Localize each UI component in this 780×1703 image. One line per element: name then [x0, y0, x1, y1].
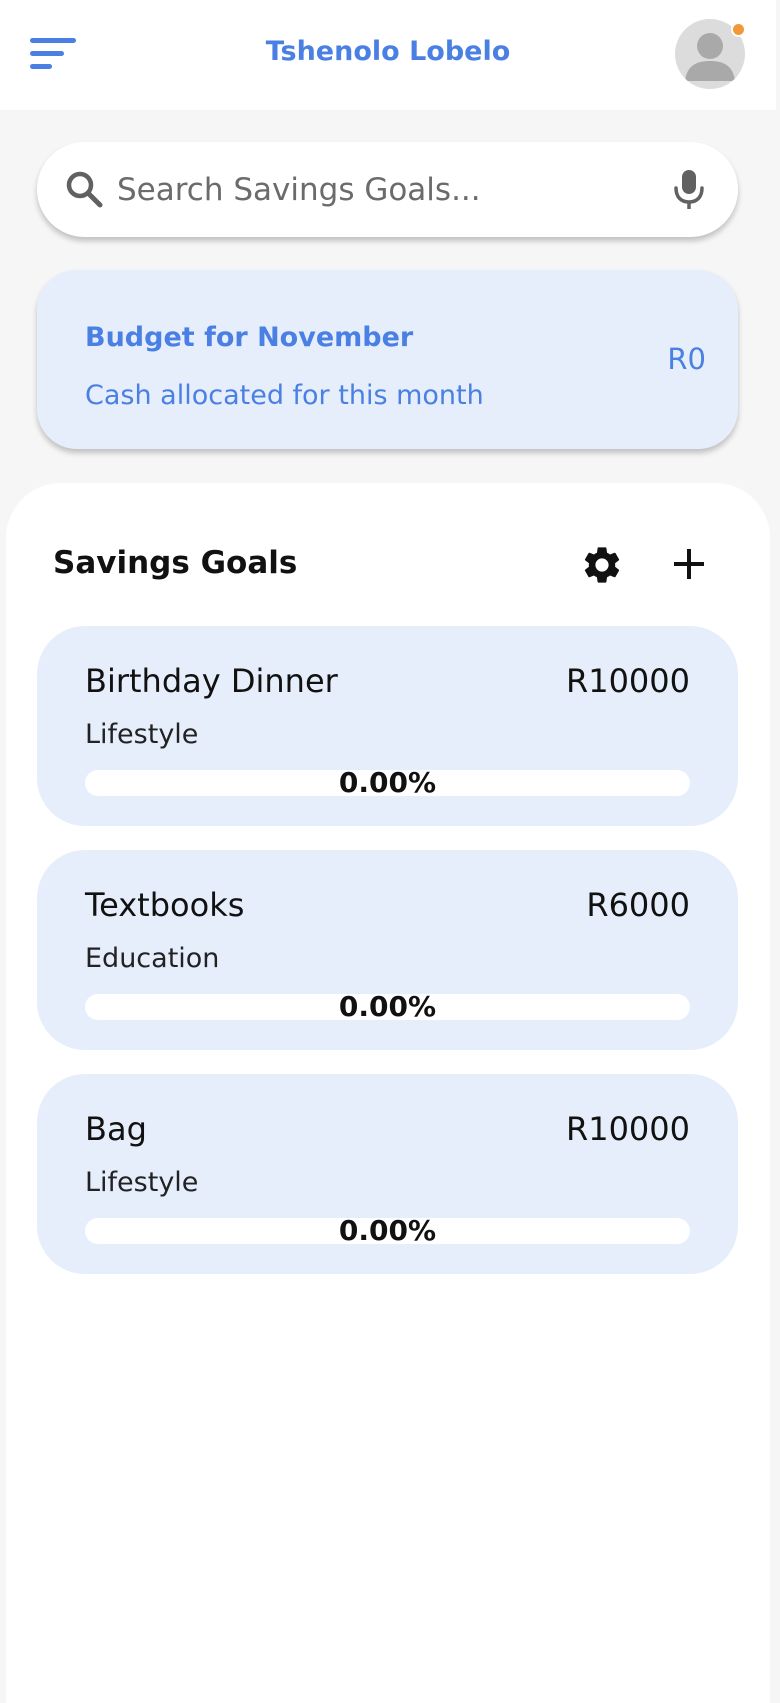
search-input[interactable]	[117, 162, 657, 217]
savings-goals-panel: Savings Goals Birthday Dinner R10000 Lif…	[6, 483, 770, 1703]
mic-icon[interactable]	[669, 167, 709, 211]
progress-label: 0.00%	[338, 994, 437, 1020]
goal-amount: R10000	[565, 1110, 690, 1148]
plus-icon[interactable]	[670, 545, 708, 583]
budget-title: Budget for November	[85, 322, 414, 353]
budget-card[interactable]: Budget for November Cash allocated for t…	[37, 270, 738, 449]
goal-card[interactable]: Bag R10000 Lifestyle 0.00%	[37, 1074, 738, 1274]
search-icon[interactable]	[63, 168, 105, 210]
goal-name: Bag	[85, 1110, 147, 1148]
goal-category: Education	[85, 943, 220, 974]
progress-bar: 0.00%	[85, 1218, 690, 1244]
gear-icon[interactable]	[580, 543, 624, 587]
goal-name: Birthday Dinner	[85, 662, 338, 700]
progress-bar: 0.00%	[85, 770, 690, 796]
progress-bar: 0.00%	[85, 994, 690, 1020]
progress-label: 0.00%	[338, 1218, 437, 1244]
section-heading: Savings Goals	[53, 545, 298, 581]
notification-badge	[731, 22, 746, 37]
progress-label: 0.00%	[338, 770, 437, 796]
budget-subtitle: Cash allocated for this month	[85, 380, 484, 411]
goal-card[interactable]: Birthday Dinner R10000 Lifestyle 0.00%	[37, 626, 738, 826]
page-title: Tshenolo Lobelo	[265, 36, 511, 67]
app-bar: Tshenolo Lobelo	[0, 0, 776, 110]
search-bar[interactable]	[37, 142, 738, 237]
goal-amount: R6000	[586, 886, 690, 924]
budget-amount: R0	[667, 342, 706, 376]
goal-category: Lifestyle	[85, 1167, 199, 1198]
goal-amount: R10000	[565, 662, 690, 700]
goal-name: Textbooks	[85, 886, 245, 924]
goal-category: Lifestyle	[85, 719, 199, 750]
goal-card[interactable]: Textbooks R6000 Education 0.00%	[37, 850, 738, 1050]
